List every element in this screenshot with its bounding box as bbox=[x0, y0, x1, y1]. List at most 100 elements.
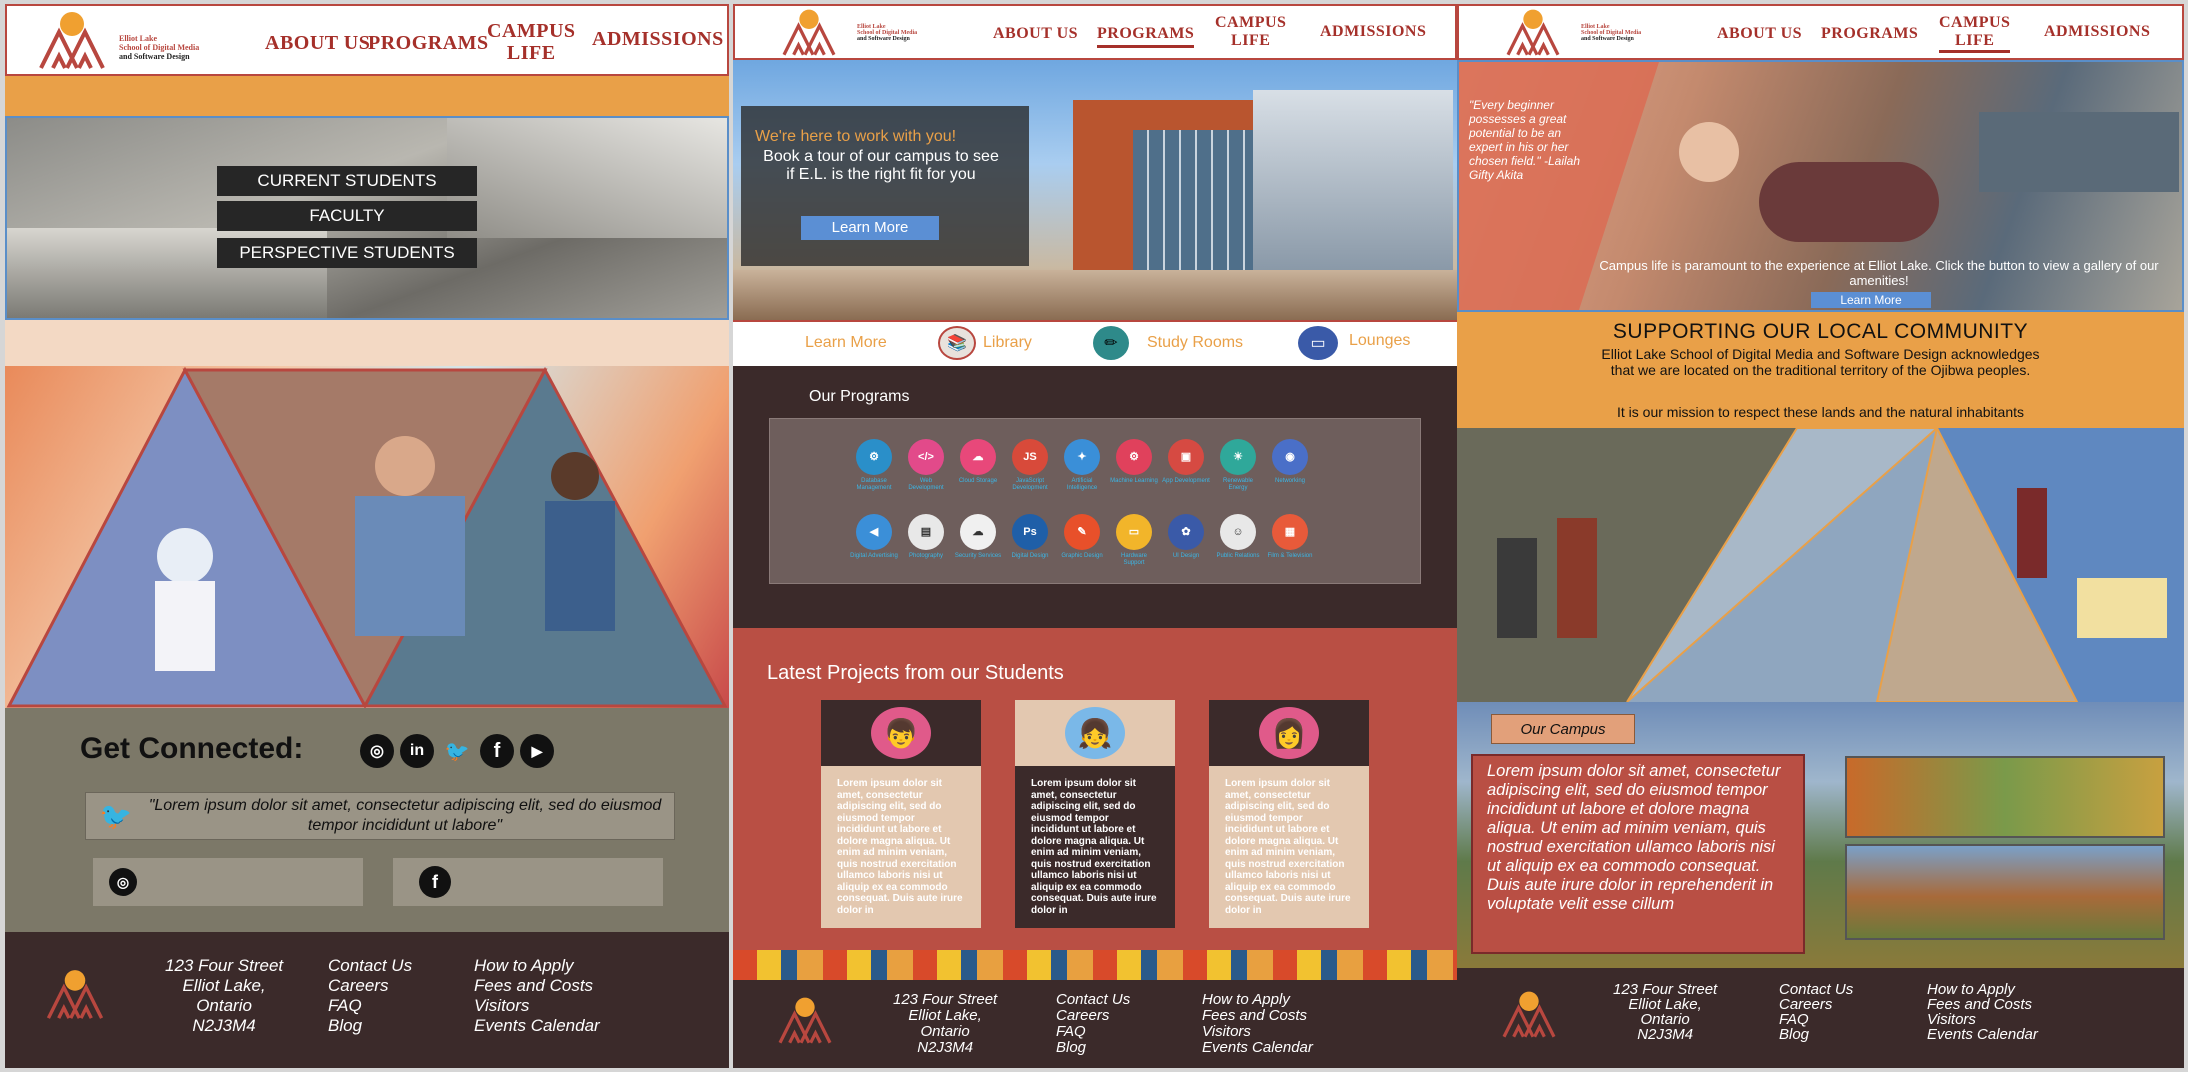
program-icon: ☀ bbox=[1220, 439, 1256, 475]
footer-link-events[interactable]: Events Calendar bbox=[1927, 1027, 2038, 1042]
perspective-students-button[interactable]: PERSPECTIVE STUDENTS bbox=[217, 238, 477, 268]
school-logo[interactable] bbox=[777, 8, 841, 58]
quick-links-bar: Learn More 📚 Library ✏ Study Rooms ▭ Lou… bbox=[733, 320, 1457, 366]
program-item[interactable]: ◀ Digital Advertising bbox=[850, 514, 898, 567]
program-icon: ✎ bbox=[1064, 514, 1100, 550]
footer-link-apply[interactable]: How to Apply bbox=[1202, 992, 1313, 1008]
students-lounge-photo: "Every beginner possesses a great potent… bbox=[1457, 60, 2184, 312]
program-item[interactable]: ☁ Cloud Storage bbox=[954, 439, 1002, 492]
program-item[interactable]: ▣ App Development bbox=[1162, 439, 1210, 492]
program-item[interactable]: ✎ Graphic Design bbox=[1058, 514, 1106, 567]
community-section: SUPPORTING OUR LOCAL COMMUNITY Elliot La… bbox=[1457, 312, 2184, 428]
our-campus-section: Our Campus Lorem ipsum dolor sit amet, c… bbox=[1457, 702, 2184, 968]
school-name: Elliot Lake School of Digital Media and So… bbox=[119, 34, 200, 61]
footer-link-apply[interactable]: How to Apply bbox=[474, 956, 600, 976]
footer-link-apply[interactable]: How to Apply bbox=[1927, 982, 2038, 997]
footer-link-blog[interactable]: Blog bbox=[328, 1016, 412, 1036]
program-item[interactable]: ✿ UI Design bbox=[1162, 514, 1210, 567]
nav-about-us[interactable]: ABOUT US bbox=[1717, 23, 1802, 45]
footer-link-blog[interactable]: Blog bbox=[1056, 1040, 1130, 1056]
nav-programs[interactable]: PROGRAMS bbox=[1097, 23, 1195, 48]
footer-link-events[interactable]: Events Calendar bbox=[474, 1016, 600, 1036]
footer-links-2: How to Apply Fees and Costs Visitors Events… bbox=[1927, 982, 2038, 1042]
nav-programs[interactable]: PROGRAMS bbox=[368, 32, 489, 54]
footer-link-visitors[interactable]: Visitors bbox=[474, 996, 600, 1016]
nav-about-us[interactable]: ABOUT US bbox=[265, 32, 370, 54]
footer-link-fees[interactable]: Fees and Costs bbox=[1927, 997, 2038, 1012]
footer-link-blog[interactable]: Blog bbox=[1779, 1027, 1853, 1042]
program-item[interactable]: ◉ Networking bbox=[1266, 439, 1314, 492]
program-item[interactable]: ▦ Film & Television bbox=[1266, 514, 1314, 567]
footer-link-careers[interactable]: Careers bbox=[328, 976, 412, 996]
current-students-button[interactable]: CURRENT STUDENTS bbox=[217, 166, 477, 196]
program-item[interactable]: JS JavaScript Development bbox=[1006, 439, 1054, 492]
program-item[interactable]: ☁ Security Services bbox=[954, 514, 1002, 567]
project-card-2[interactable]: 👧 Lorem ipsum dolor sit amet, consectetu… bbox=[1015, 700, 1175, 928]
program-item[interactable]: ⚙ Machine Learning bbox=[1110, 439, 1158, 492]
program-item[interactable]: ☺ Public Relations bbox=[1214, 514, 1262, 567]
program-label: App Development bbox=[1162, 478, 1210, 484]
footer-link-faq[interactable]: FAQ bbox=[328, 996, 412, 1016]
linkedin-icon[interactable]: in bbox=[400, 734, 434, 768]
footer-link-contact[interactable]: Contact Us bbox=[1056, 992, 1130, 1008]
project-card-3[interactable]: 👩 Lorem ipsum dolor sit amet, consectetu… bbox=[1209, 700, 1369, 928]
footer-link-fees[interactable]: Fees and Costs bbox=[1202, 1008, 1313, 1024]
project-card-1[interactable]: 👦 Lorem ipsum dolor sit amet, consectetu… bbox=[821, 700, 981, 928]
quick-link-study-rooms[interactable]: Study Rooms bbox=[1147, 334, 1243, 352]
nav-campus-life[interactable]: CAMPUS LIFE bbox=[487, 20, 576, 64]
program-icon: ▭ bbox=[1116, 514, 1152, 550]
youtube-icon[interactable]: ▶ bbox=[520, 734, 554, 768]
program-item[interactable]: Ps Digital Design bbox=[1006, 514, 1054, 567]
program-item[interactable]: ▤ Photography bbox=[902, 514, 950, 567]
quick-link-lounges[interactable]: Lounges bbox=[1349, 332, 1410, 350]
program-item[interactable]: </> Web Development bbox=[902, 439, 950, 492]
footer-link-careers[interactable]: Careers bbox=[1779, 997, 1853, 1012]
student-collage bbox=[5, 366, 729, 708]
nav-about-us[interactable]: ABOUT US bbox=[993, 23, 1078, 45]
footer-link-visitors[interactable]: Visitors bbox=[1202, 1024, 1313, 1040]
footer-links-2: How to Apply Fees and Costs Visitors Events… bbox=[474, 956, 600, 1036]
nav-campus-life[interactable]: CAMPUS LIFE bbox=[1939, 14, 2011, 53]
quick-link-learn-more[interactable]: Learn More bbox=[805, 334, 887, 352]
footer-link-events[interactable]: Events Calendar bbox=[1202, 1040, 1313, 1056]
program-label: Hardware Support bbox=[1120, 553, 1147, 566]
faculty-button[interactable]: FACULTY bbox=[217, 201, 477, 231]
program-icon: ◉ bbox=[1272, 439, 1308, 475]
site-header: Elliot Lake School of Digital Media and So… bbox=[1457, 4, 2184, 60]
program-label: Security Services bbox=[954, 553, 1002, 559]
footer-link-careers[interactable]: Careers bbox=[1056, 1008, 1130, 1024]
quick-link-library[interactable]: Library bbox=[983, 334, 1032, 352]
footer-link-visitors[interactable]: Visitors bbox=[1927, 1012, 2038, 1027]
footer-link-faq[interactable]: FAQ bbox=[1779, 1012, 1853, 1027]
footer-link-fees[interactable]: Fees and Costs bbox=[474, 976, 600, 996]
nav-admissions[interactable]: ADMISSIONS bbox=[2044, 21, 2150, 43]
footer-link-faq[interactable]: FAQ bbox=[1056, 1024, 1130, 1040]
footer-link-contact[interactable]: Contact Us bbox=[328, 956, 412, 976]
footer-links-1: Contact Us Careers FAQ Blog bbox=[1056, 992, 1130, 1056]
school-logo[interactable] bbox=[37, 10, 107, 72]
program-item[interactable]: ⚙ Database Management bbox=[850, 439, 898, 492]
instagram-icon[interactable]: ◎ bbox=[360, 734, 394, 768]
nav-programs[interactable]: PROGRAMS bbox=[1821, 23, 1918, 45]
gallery-learn-more-button[interactable]: Learn More bbox=[1811, 292, 1931, 308]
tweet-card[interactable]: 🐦 "Lorem ipsum dolor sit amet, consectet… bbox=[85, 792, 675, 840]
program-item[interactable]: ☀ Renewable Energy bbox=[1214, 439, 1262, 492]
tweet-text: "Lorem ipsum dolor sit amet, consectetur… bbox=[148, 797, 662, 834]
nav-admissions[interactable]: ADMISSIONS bbox=[592, 28, 724, 50]
footer-links-2: How to Apply Fees and Costs Visitors Events… bbox=[1202, 992, 1313, 1056]
twitter-icon[interactable]: 🐦 bbox=[440, 734, 474, 768]
footer-link-contact[interactable]: Contact Us bbox=[1779, 982, 1853, 997]
tour-callout: We're here to work with you! Book a tour… bbox=[741, 106, 1029, 266]
instagram-icon: ◎ bbox=[109, 868, 137, 896]
facebook-feed-card[interactable]: f bbox=[393, 858, 663, 906]
learn-more-button[interactable]: Learn More bbox=[801, 216, 939, 240]
instagram-feed-card[interactable]: ◎ bbox=[93, 858, 363, 906]
site-footer: 123 Four Street Elliot Lake, Ontario N2J3M4… bbox=[1457, 968, 2184, 1068]
facebook-icon[interactable]: f bbox=[480, 734, 514, 768]
nav-admissions[interactable]: ADMISSIONS bbox=[1320, 21, 1426, 43]
program-item[interactable]: ✦ Artificial Intelligence bbox=[1058, 439, 1106, 492]
program-item[interactable]: ▭ Hardware Support bbox=[1110, 514, 1158, 567]
student-avatar-icon: 👧 bbox=[1065, 707, 1125, 759]
nav-campus-life[interactable]: CAMPUS LIFE bbox=[1215, 14, 1286, 50]
school-logo[interactable] bbox=[1501, 8, 1565, 58]
